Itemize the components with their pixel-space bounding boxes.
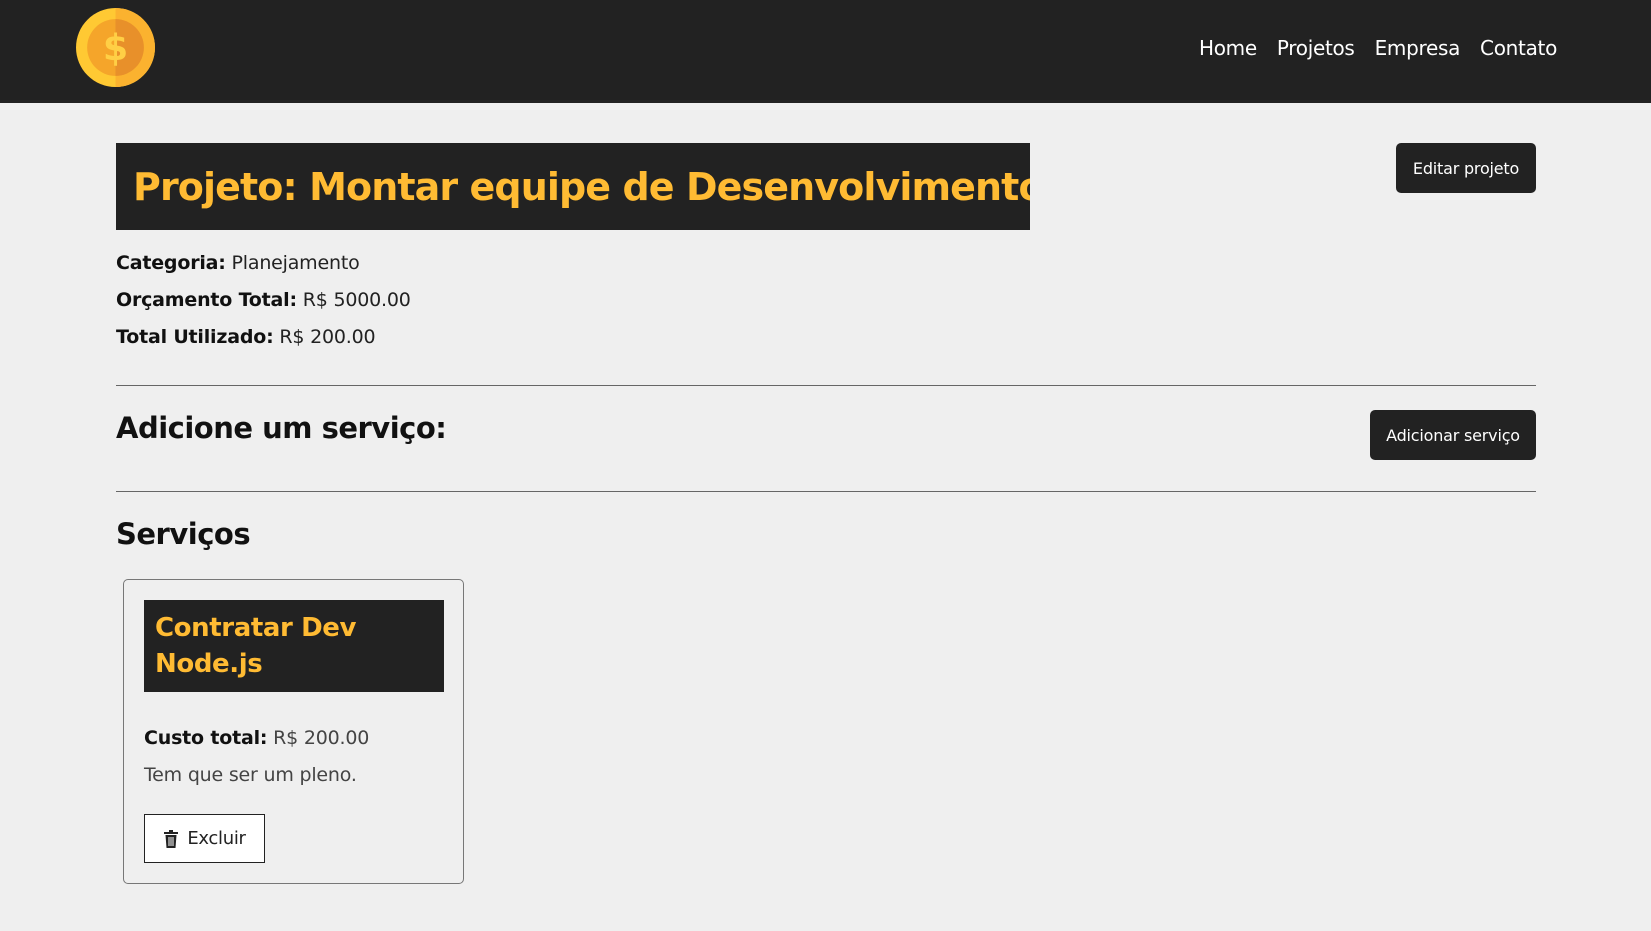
project-category: Categoria: Planejamento xyxy=(116,252,360,274)
used-value: R$ 200.00 xyxy=(279,326,376,348)
svg-text:$: $ xyxy=(103,27,128,70)
budget-label: Orçamento Total: xyxy=(116,289,297,311)
delete-label: Excluir xyxy=(187,828,246,849)
trash-icon xyxy=(164,829,179,848)
divider xyxy=(116,385,1536,386)
nav-links: Home Projetos Empresa Contato xyxy=(1179,36,1557,60)
category-label: Categoria: xyxy=(116,252,226,274)
used-label: Total Utilizado: xyxy=(116,326,274,348)
divider xyxy=(116,491,1536,492)
nav-link-projetos[interactable]: Projetos xyxy=(1277,36,1355,60)
service-cost-label: Custo total: xyxy=(144,727,268,749)
add-service-heading: Adicione um serviço: xyxy=(116,411,447,445)
service-description: Tem que ser um pleno. xyxy=(144,764,357,786)
navbar: $ Home Projetos Empresa Contato xyxy=(0,0,1651,103)
category-value: Planejamento xyxy=(231,252,360,274)
edit-project-button[interactable]: Editar projeto xyxy=(1396,143,1536,193)
add-service-button[interactable]: Adicionar serviço xyxy=(1370,410,1536,460)
nav-link-contato[interactable]: Contato xyxy=(1480,36,1557,60)
project-title: Projeto: Montar equipe de Desenvolviment… xyxy=(133,164,1030,209)
service-card: Contratar Dev Node.js Custo total: R$ 20… xyxy=(123,579,464,884)
project-used: Total Utilizado: R$ 200.00 xyxy=(116,326,376,348)
service-cost: Custo total: R$ 200.00 xyxy=(144,727,369,749)
project-title-box: Projeto: Montar equipe de Desenvolviment… xyxy=(116,143,1030,230)
nav-link-empresa[interactable]: Empresa xyxy=(1375,36,1461,60)
project-budget: Orçamento Total: R$ 5000.00 xyxy=(116,289,411,311)
dollar-coin-icon[interactable]: $ xyxy=(75,7,156,88)
delete-service-button[interactable]: Excluir xyxy=(144,814,265,863)
services-heading: Serviços xyxy=(116,517,251,551)
service-cost-value: R$ 200.00 xyxy=(273,727,370,749)
service-name: Contratar Dev Node.js xyxy=(144,600,444,692)
nav-link-home[interactable]: Home xyxy=(1199,36,1257,60)
budget-value: R$ 5000.00 xyxy=(302,289,411,311)
